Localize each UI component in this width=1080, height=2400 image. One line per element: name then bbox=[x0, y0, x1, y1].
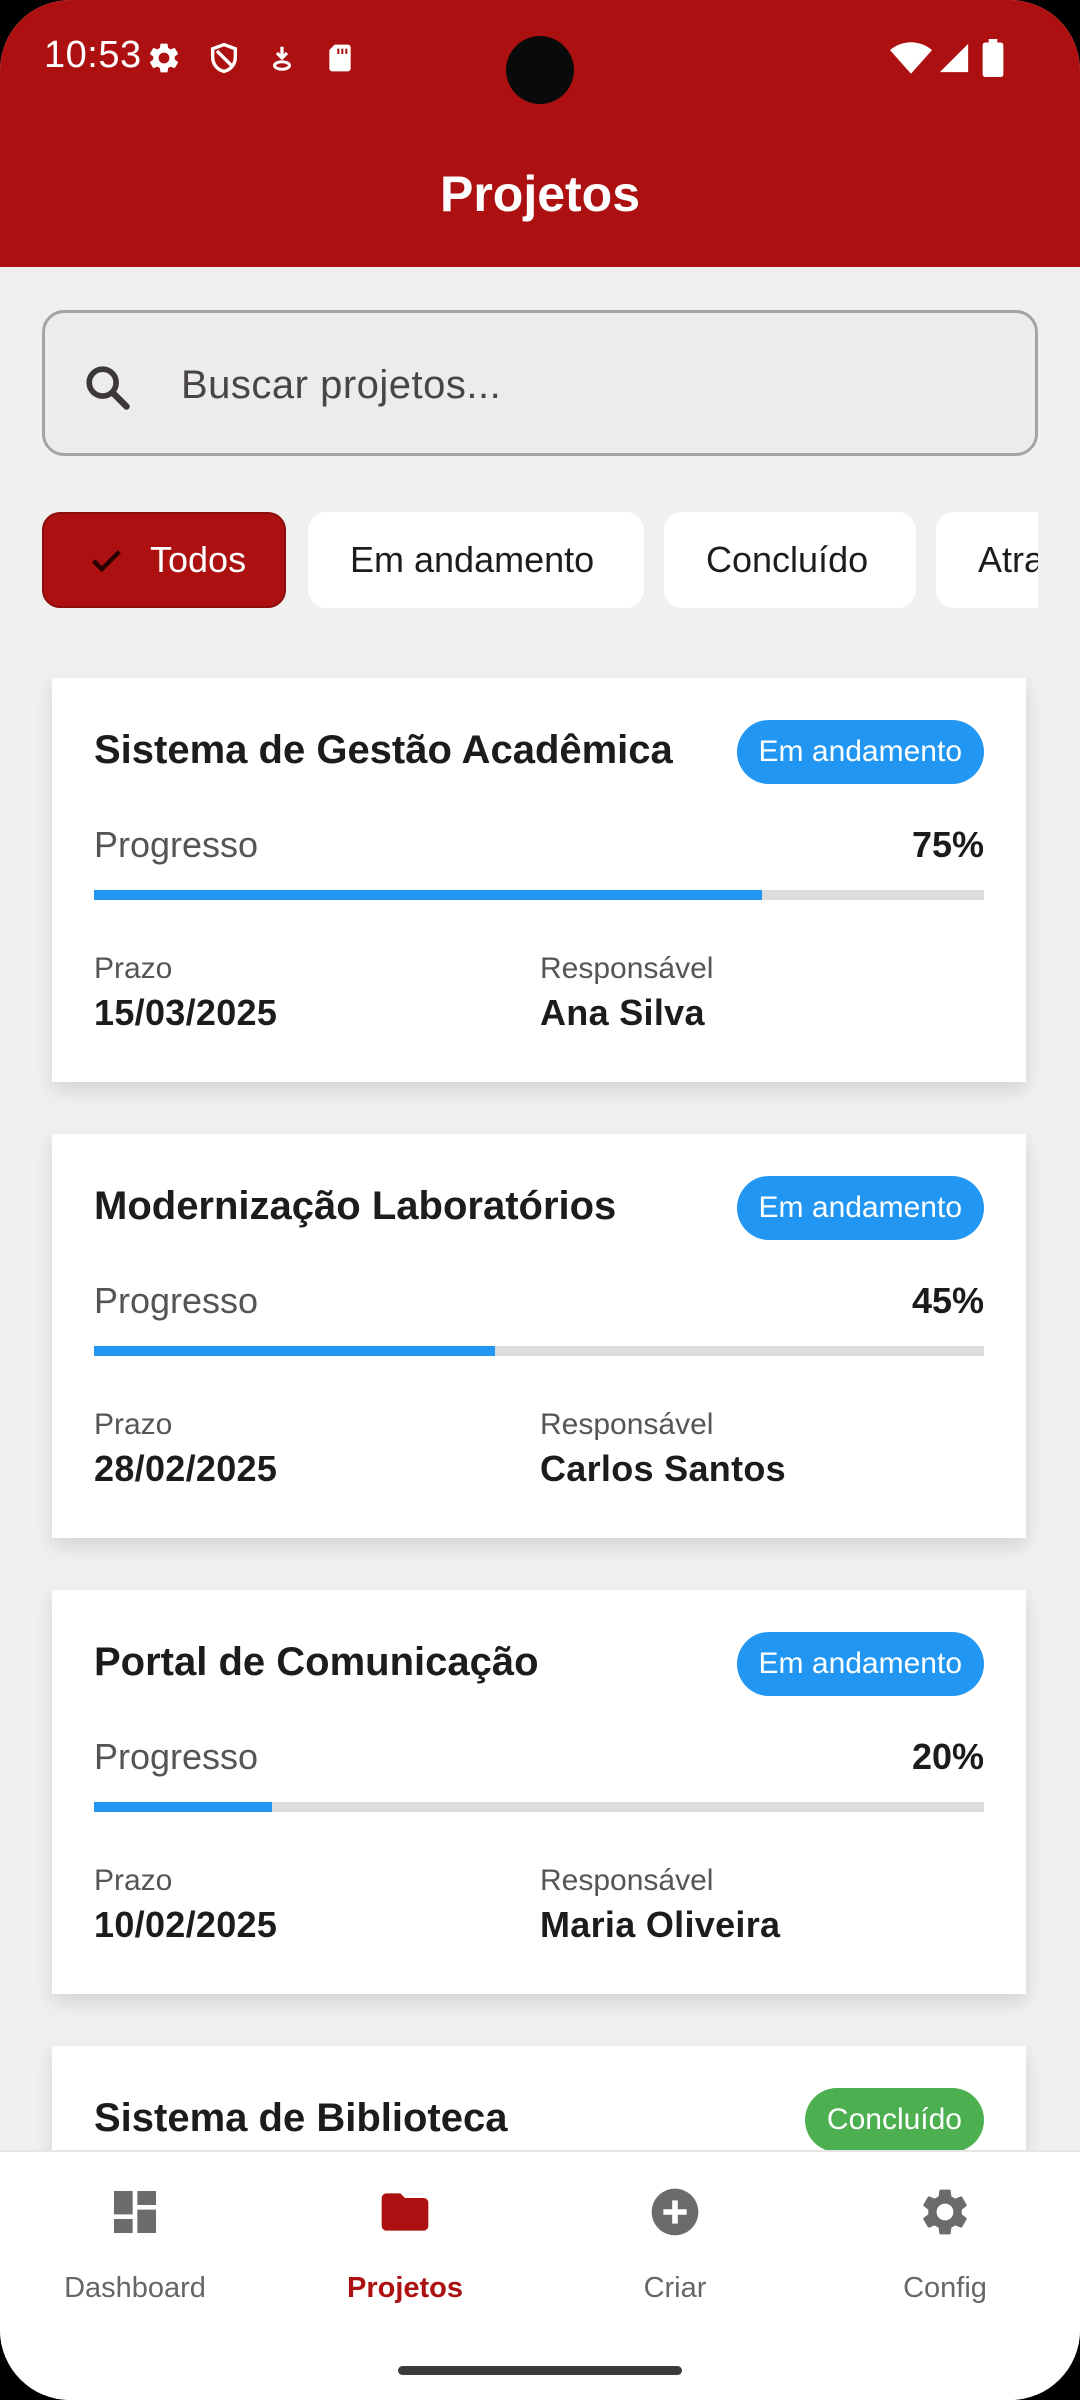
owner-value: Ana Silva bbox=[540, 992, 705, 1033]
page-title: Projetos bbox=[439, 166, 641, 222]
deadline-label: Prazo bbox=[94, 1408, 173, 1441]
nav-label: Projetos bbox=[346, 2272, 464, 2304]
nav-item-dashboard[interactable]: Dashboard bbox=[0, 2152, 270, 2352]
owner-label: Responsável bbox=[540, 1408, 714, 1441]
deadline-value: 15/03/2025 bbox=[94, 992, 278, 1033]
project-title: Modernização Laboratórios bbox=[94, 1184, 617, 1228]
progress-bar bbox=[94, 890, 984, 900]
dashboard-icon bbox=[107, 2184, 163, 2240]
gear-icon bbox=[917, 2184, 973, 2240]
deadline-value: 28/02/2025 bbox=[94, 1448, 278, 1489]
progress-value: 75% bbox=[911, 824, 984, 865]
owner-value: Maria Oliveira bbox=[540, 1904, 781, 1945]
nav-label: Config bbox=[903, 2272, 987, 2304]
deadline-label: Prazo bbox=[94, 1864, 173, 1897]
add-circle-icon bbox=[647, 2184, 703, 2240]
progress-bar bbox=[94, 1346, 984, 1356]
nav-label: Criar bbox=[643, 2272, 707, 2304]
project-card[interactable]: Modernização Laboratórios Em andamento P… bbox=[52, 1134, 1026, 1538]
nav-label: Dashboard bbox=[64, 2272, 206, 2304]
battery-icon bbox=[978, 39, 1008, 77]
signal-icon bbox=[936, 40, 972, 76]
nav-item-criar[interactable]: Criar bbox=[540, 2152, 810, 2352]
search-icon bbox=[81, 361, 133, 413]
filter-chip-label: Atrasado bbox=[978, 539, 1038, 580]
progress-label: Progresso bbox=[94, 1736, 259, 1777]
status-badge: Em andamento bbox=[736, 720, 984, 784]
status-badge: Em andamento bbox=[736, 1176, 984, 1240]
filter-chip-em-andamento[interactable]: Em andamento bbox=[308, 512, 644, 608]
status-time: 10:53 bbox=[44, 34, 142, 76]
project-title: Sistema de Biblioteca bbox=[94, 2096, 508, 2140]
project-title: Portal de Comunicação bbox=[94, 1640, 539, 1684]
sd-card-status-icon bbox=[322, 40, 358, 76]
filter-chip-todos[interactable]: Todos bbox=[42, 512, 286, 608]
search-input[interactable] bbox=[181, 353, 1001, 417]
search-field[interactable] bbox=[42, 310, 1038, 456]
progress-label: Progresso bbox=[94, 1280, 259, 1321]
filter-chip-label: Concluído bbox=[706, 539, 869, 580]
deadline-label: Prazo bbox=[94, 952, 173, 985]
progress-value: 20% bbox=[911, 1736, 984, 1777]
status-bar: 10:53 bbox=[0, 0, 1080, 120]
filter-chip-atrasado[interactable]: Atrasado bbox=[936, 512, 1038, 608]
progress-fill bbox=[94, 890, 762, 900]
nav-item-projetos[interactable]: Projetos bbox=[270, 2152, 540, 2352]
check-icon bbox=[86, 540, 126, 580]
owner-label: Responsável bbox=[540, 952, 714, 985]
nav-item-config[interactable]: Config bbox=[810, 2152, 1080, 2352]
filter-chip-label: Em andamento bbox=[350, 539, 595, 580]
progress-value: 45% bbox=[911, 1280, 984, 1321]
progress-label: Progresso bbox=[94, 824, 259, 865]
deadline-value: 10/02/2025 bbox=[94, 1904, 278, 1945]
status-badge: Concluído bbox=[804, 2088, 984, 2152]
gesture-bar[interactable] bbox=[398, 2366, 682, 2375]
filter-chip-concluido[interactable]: Concluído bbox=[664, 512, 916, 608]
download-status-icon bbox=[264, 40, 300, 76]
project-card[interactable]: Portal de Comunicação Em andamento Progr… bbox=[52, 1590, 1026, 1994]
folder-icon bbox=[377, 2184, 433, 2240]
shield-status-icon bbox=[206, 40, 242, 76]
progress-fill bbox=[94, 1346, 495, 1356]
status-badge: Em andamento bbox=[736, 1632, 984, 1696]
bottom-navigation: Dashboard Projetos Criar Config bbox=[0, 2150, 1080, 2400]
progress-bar bbox=[94, 1802, 984, 1812]
settings-status-icon bbox=[146, 40, 182, 76]
filter-chips: Todos Em andamento Concluído Atrasado bbox=[42, 512, 1038, 612]
camera-cutout bbox=[506, 36, 574, 104]
owner-value: Carlos Santos bbox=[540, 1448, 786, 1489]
project-title: Sistema de Gestão Acadêmica bbox=[94, 728, 673, 772]
project-card[interactable]: Sistema de Gestão Acadêmica Em andamento… bbox=[52, 678, 1026, 1082]
filter-chip-label: Todos bbox=[150, 539, 247, 580]
owner-label: Responsável bbox=[540, 1864, 714, 1897]
screen: 10:53 Projetos Buscar projetos... Todos … bbox=[0, 0, 1080, 2400]
app-bar: 10:53 Projetos bbox=[0, 0, 1080, 267]
wifi-icon bbox=[890, 40, 932, 76]
progress-fill bbox=[94, 1802, 272, 1812]
